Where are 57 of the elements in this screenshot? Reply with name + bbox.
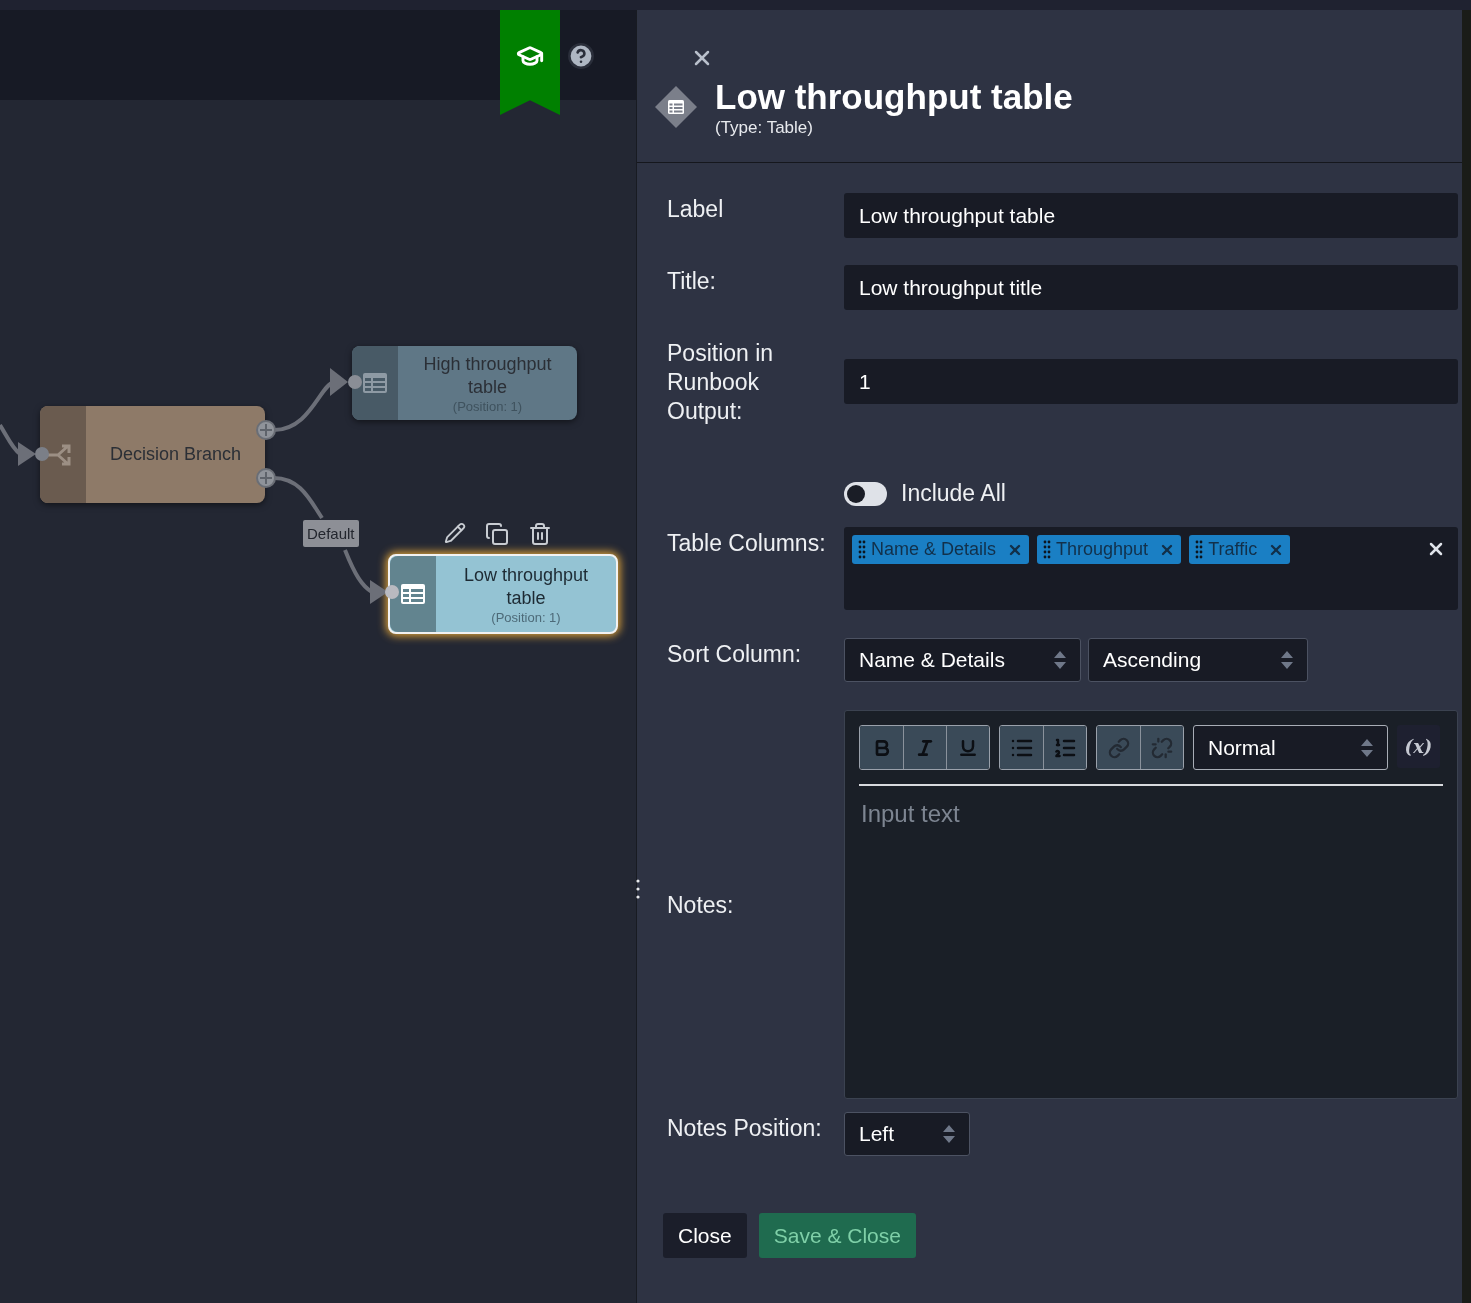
italic-icon [915, 737, 935, 758]
panel-subtitle: (Type: Table) [715, 118, 814, 138]
field-label: Title: [667, 267, 717, 296]
tag-label: Throughput [1056, 539, 1149, 560]
drag-handle-icon[interactable] [1195, 539, 1204, 560]
drag-handle-icon[interactable] [1043, 539, 1052, 560]
link-icon [1107, 736, 1130, 759]
edit-button[interactable] [444, 522, 466, 546]
add-port-icon[interactable] [256, 420, 276, 440]
select-field[interactable]: Name & Details [844, 638, 1081, 682]
field-label: Table Columns: [667, 529, 827, 558]
connector [0, 423, 49, 466]
rich-text-editor[interactable]: Normal (x) Input text [844, 710, 1458, 1099]
underline-icon [958, 737, 978, 758]
sort-arrows-icon [1054, 651, 1066, 669]
underline-button[interactable] [946, 726, 989, 769]
delete-button[interactable] [528, 522, 552, 546]
table-icon [401, 584, 425, 604]
italic-button[interactable] [903, 726, 946, 769]
add-port-icon[interactable] [256, 468, 276, 488]
sort-arrows-icon [943, 1125, 955, 1143]
resize-handle-icon[interactable] [636, 878, 640, 900]
drag-handle-icon[interactable] [858, 539, 866, 560]
node-label: Low throughput table [462, 563, 590, 610]
node-position: (Position: 1) [491, 609, 561, 625]
sort-arrows-icon [1361, 738, 1373, 757]
edge-label: Default [303, 520, 359, 547]
table-node-icon [655, 86, 697, 128]
format-select[interactable]: Normal [1193, 725, 1388, 770]
text-field[interactable]: Low throughput title [844, 265, 1458, 310]
table-node[interactable]: Low throughput table (Position: 1) [388, 554, 618, 634]
toggle-switch[interactable] [844, 481, 887, 506]
unlink-icon [1151, 736, 1173, 759]
field-label: Notes: [667, 891, 735, 920]
field-label: Sort Column: [667, 640, 803, 669]
text-field[interactable]: Low throughput table [844, 193, 1458, 238]
select-field[interactable]: Ascending [1088, 638, 1308, 682]
node-label: Decision Branch [109, 443, 242, 466]
field-label: Position in Runbook Output: [667, 339, 775, 426]
panel-title: Low throughput table [715, 76, 1073, 118]
tag-label: Name & Details [871, 539, 997, 560]
field-label: Notes Position: [667, 1114, 823, 1143]
tag-label: Traffic [1208, 539, 1258, 560]
select-field[interactable]: Left [844, 1112, 970, 1156]
notes-input[interactable]: Input text [859, 798, 1443, 1084]
toggle-label: Include All [901, 480, 1006, 507]
variable-button[interactable]: (x) [1397, 725, 1440, 768]
numbered-list-button[interactable] [1043, 726, 1086, 769]
training-ribbon[interactable] [500, 10, 560, 115]
text-field[interactable]: 1 [844, 359, 1458, 404]
node-label: High throughput table [422, 352, 553, 399]
sort-arrows-icon [1281, 651, 1293, 669]
duplicate-button[interactable] [485, 522, 509, 546]
close-button[interactable]: Close [663, 1213, 747, 1258]
unlink-button[interactable] [1140, 726, 1183, 769]
table-icon [363, 373, 387, 393]
field-label: Label [667, 195, 725, 224]
